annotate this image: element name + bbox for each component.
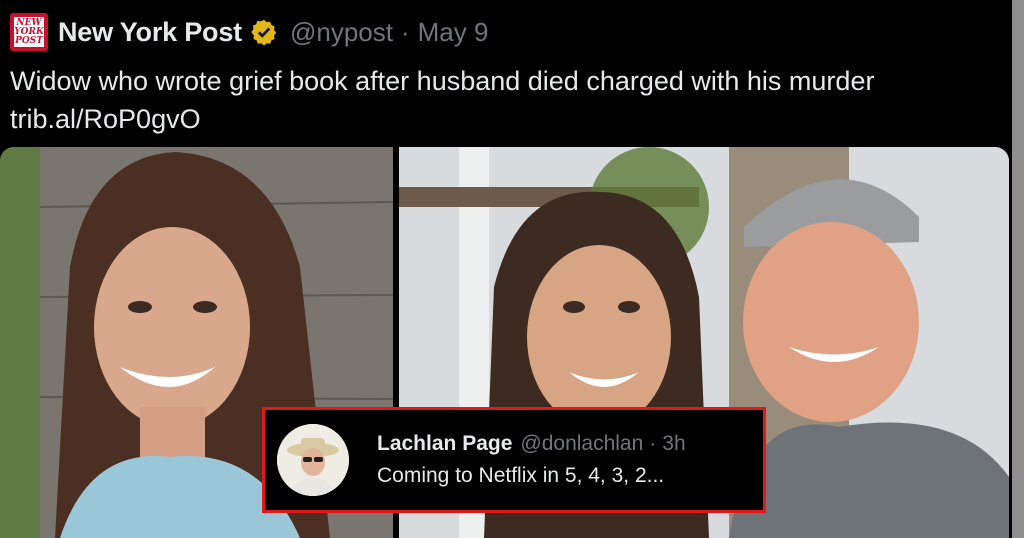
post-text: Widow who wrote grief book after husband… (10, 66, 875, 134)
reply-author-handle[interactable]: @donlachlan (520, 432, 643, 456)
reply-body: Lachlan Page @donlachlan · 3h Coming to … (377, 432, 686, 488)
reply-card[interactable]: Lachlan Page @donlachlan · 3h Coming to … (262, 407, 766, 513)
separator-dot: · (400, 16, 410, 47)
author-name[interactable]: New York Post (58, 17, 242, 48)
author-handle[interactable]: @nypost (290, 17, 393, 48)
nypost-logo[interactable]: NEW YORK POST (10, 13, 48, 51)
edge-strip (1012, 0, 1024, 538)
post-frame: NEW YORK POST New York Post @nypost · Ma… (0, 0, 1024, 538)
reply-header: Lachlan Page @donlachlan · 3h (377, 432, 686, 456)
post-header: NEW YORK POST New York Post @nypost · Ma… (10, 12, 488, 52)
post-date[interactable]: May 9 (418, 17, 489, 48)
separator-dot: · (649, 432, 657, 455)
avatar-image (277, 424, 349, 496)
avatar[interactable] (277, 424, 349, 496)
verified-badge-icon (251, 19, 277, 46)
nypost-logo-mark: NEW YORK POST (14, 17, 44, 47)
reply-author-name[interactable]: Lachlan Page (377, 432, 512, 456)
reply-text: Coming to Netflix in 5, 4, 3, 2... (377, 464, 665, 487)
reply-time[interactable]: 3h (662, 432, 685, 456)
